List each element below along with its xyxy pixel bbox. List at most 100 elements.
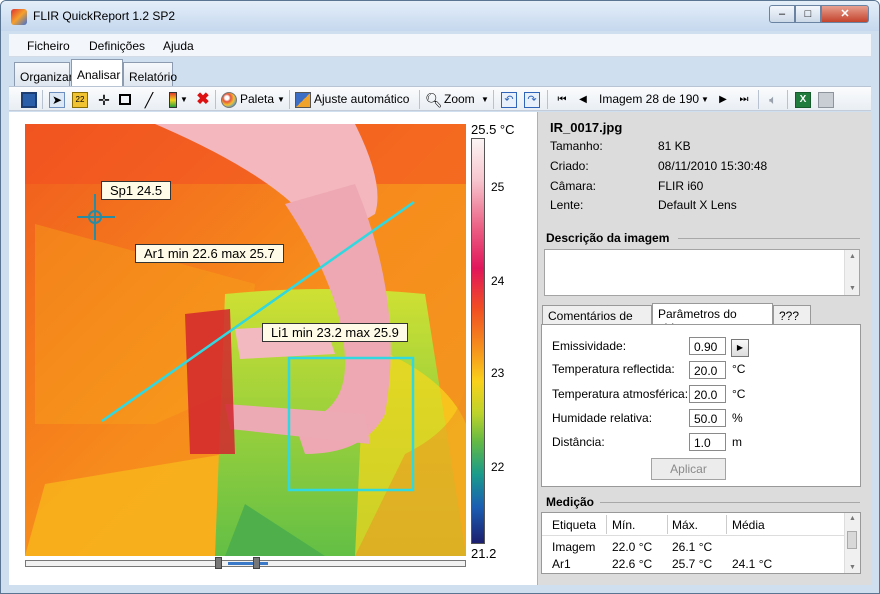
analysis-workspace: Sp1 24.5 Ar1 min 22.6 max 25.7 Li1 min 2… <box>9 112 871 585</box>
tab-comentarios[interactable]: Comentários de texto <box>542 305 652 337</box>
spot-label[interactable]: Sp1 24.5 <box>101 181 172 200</box>
window-title: FLIR QuickReport 1.2 SP2 <box>33 9 176 23</box>
description-heading: Descrição da imagem <box>546 231 670 245</box>
menu-ajuda[interactable]: Ajuda <box>163 39 194 53</box>
table-cell: 24.1 °C <box>732 557 773 571</box>
emissivity-input[interactable]: 0.90 <box>689 337 726 355</box>
apply-button[interactable]: Aplicar <box>651 458 726 480</box>
scale-min-label: 21.2 <box>471 546 497 561</box>
file-name: IR_0017.jpg <box>550 120 623 135</box>
image-export-icon[interactable] <box>818 92 834 108</box>
humidity-unit: % <box>732 411 743 425</box>
auto-adjust-button[interactable]: Ajuste automático <box>314 92 409 106</box>
scale-tick: 22 <box>491 460 505 474</box>
measurement-heading: Medição <box>546 495 595 509</box>
created-label: Criado: <box>550 159 589 173</box>
save-icon[interactable] <box>21 92 37 108</box>
first-image-icon[interactable]: ⏮ <box>554 92 570 108</box>
main-tabs: Organizar Analisar Relatório <box>9 58 871 87</box>
ir-image-panel: Sp1 24.5 Ar1 min 22.6 max 25.7 Li1 min 2… <box>9 112 537 585</box>
column-header[interactable]: Mín. <box>612 518 635 532</box>
column-header[interactable]: Etiqueta <box>552 518 596 532</box>
distance-label: Distância: <box>552 435 605 449</box>
table-cell: 22.0 °C <box>612 540 653 554</box>
table-cell: Imagem <box>552 540 596 554</box>
camera-value: FLIR i60 <box>658 179 704 193</box>
isotherm-dropdown-icon[interactable]: ▼ <box>180 92 196 108</box>
scale-tick: 23 <box>491 366 505 380</box>
scale-tick: 25 <box>491 180 505 194</box>
image-dropdown-icon[interactable]: ▼ <box>701 95 709 104</box>
zoom-icon[interactable]: 🔍︎ <box>425 92 443 108</box>
box-tool-icon[interactable] <box>119 94 131 105</box>
tab-relatorio[interactable]: Relatório <box>123 62 177 86</box>
isotherm-icon[interactable] <box>169 92 177 108</box>
level-span-slider[interactable] <box>25 560 466 567</box>
reflected-temp-unit: °C <box>732 362 746 376</box>
menu-ficheiro[interactable]: Ficheiro <box>27 39 70 53</box>
spot-tool-icon[interactable]: ✛ <box>96 92 112 108</box>
palette-dropdown-icon[interactable]: ▼ <box>277 95 285 104</box>
application-window: FLIR QuickReport 1.2 SP2 – □ ✕ Ficheiro … <box>0 0 880 594</box>
speaker-icon[interactable]: 🔈︎ <box>765 92 781 108</box>
excel-export-icon[interactable]: X <box>795 92 811 108</box>
zoom-button[interactable]: Zoom <box>444 92 475 106</box>
select-tool-icon[interactable]: ➤ <box>49 92 65 108</box>
scale-tick: 24 <box>491 274 505 288</box>
tab-parametros[interactable]: Parâmetros do objecto <box>652 303 773 335</box>
distance-input[interactable]: 1.0 <box>689 433 726 451</box>
object-parameters-panel: Emissividade: 0.90 ▶ Temperatura reflect… <box>541 324 861 487</box>
slider-handle-low[interactable] <box>215 557 222 569</box>
palette-icon[interactable] <box>221 92 237 108</box>
line-tool-icon[interactable]: ╱ <box>141 92 157 108</box>
reflected-temp-input[interactable]: 20.0 <box>689 361 726 379</box>
description-textarea[interactable]: ▲ ▼ <box>544 249 860 296</box>
reflected-temp-label: Temperatura reflectida: <box>552 362 675 376</box>
table-cell: 26.1 °C <box>672 540 713 554</box>
description-scrollbar[interactable]: ▲ ▼ <box>844 250 859 295</box>
palette-button[interactable]: Paleta <box>240 92 274 106</box>
auto-adjust-icon[interactable] <box>295 92 311 108</box>
measurement-table: Etiqueta Mín. Máx. Média Imagem 22.0 °C … <box>541 512 861 574</box>
delete-icon[interactable]: ✖ <box>195 92 211 108</box>
temperature-scale-bar <box>471 138 485 544</box>
tab-organizar[interactable]: Organizar <box>14 62 73 86</box>
maximize-button[interactable]: □ <box>795 5 821 23</box>
menu-bar: Ficheiro Definições Ajuda <box>9 34 871 57</box>
measurement-scrollbar[interactable]: ▲ ▼ <box>844 513 860 573</box>
image-counter[interactable]: Imagem 28 de 190 <box>599 92 699 106</box>
rotate-right-icon[interactable]: ↷ <box>524 92 540 108</box>
counter-22-icon[interactable]: 22 <box>72 92 88 108</box>
area-label[interactable]: Ar1 min 22.6 max 25.7 <box>135 244 284 263</box>
tab-unknown[interactable]: ??? <box>773 305 811 325</box>
next-image-icon[interactable]: ▶ <box>715 92 731 108</box>
previous-image-icon[interactable]: ◀ <box>575 92 591 108</box>
rotate-left-icon[interactable]: ↶ <box>501 92 517 108</box>
atmospheric-temp-input[interactable]: 20.0 <box>689 385 726 403</box>
table-cell: 22.6 °C <box>612 557 653 571</box>
line-label[interactable]: Li1 min 23.2 max 25.9 <box>262 323 408 342</box>
lens-value: Default X Lens <box>658 198 737 212</box>
table-cell: Ar1 <box>552 557 571 571</box>
zoom-dropdown-icon[interactable]: ▼ <box>481 95 489 104</box>
slider-handle-high[interactable] <box>253 557 260 569</box>
column-header[interactable]: Média <box>732 518 765 532</box>
toolbar: ➤ 22 ✛ ╱ ▼ ✖ Paleta ▼ Ajuste automático … <box>9 86 871 111</box>
atmospheric-temp-label: Temperatura atmosférica: <box>552 387 689 401</box>
emissivity-arrow-button[interactable]: ▶ <box>731 339 749 357</box>
info-panel: IR_0017.jpg Tamanho: 81 KB Criado: 08/11… <box>537 112 871 585</box>
minimize-button[interactable]: – <box>769 5 795 23</box>
humidity-label: Humidade relativa: <box>552 411 653 425</box>
thermal-image[interactable]: Sp1 24.5 Ar1 min 22.6 max 25.7 Li1 min 2… <box>25 124 466 556</box>
tab-analisar[interactable]: Analisar <box>71 59 123 87</box>
title-bar: FLIR QuickReport 1.2 SP2 – □ ✕ <box>1 1 879 31</box>
distance-unit: m <box>732 435 742 449</box>
emissivity-label: Emissividade: <box>552 339 627 353</box>
humidity-input[interactable]: 50.0 <box>689 409 726 427</box>
menu-definicoes[interactable]: Definições <box>89 39 145 53</box>
size-label: Tamanho: <box>550 139 603 153</box>
close-button[interactable]: ✕ <box>821 5 869 23</box>
atmospheric-temp-unit: °C <box>732 387 746 401</box>
last-image-icon[interactable]: ⏭ <box>736 92 752 108</box>
column-header[interactable]: Máx. <box>672 518 698 532</box>
